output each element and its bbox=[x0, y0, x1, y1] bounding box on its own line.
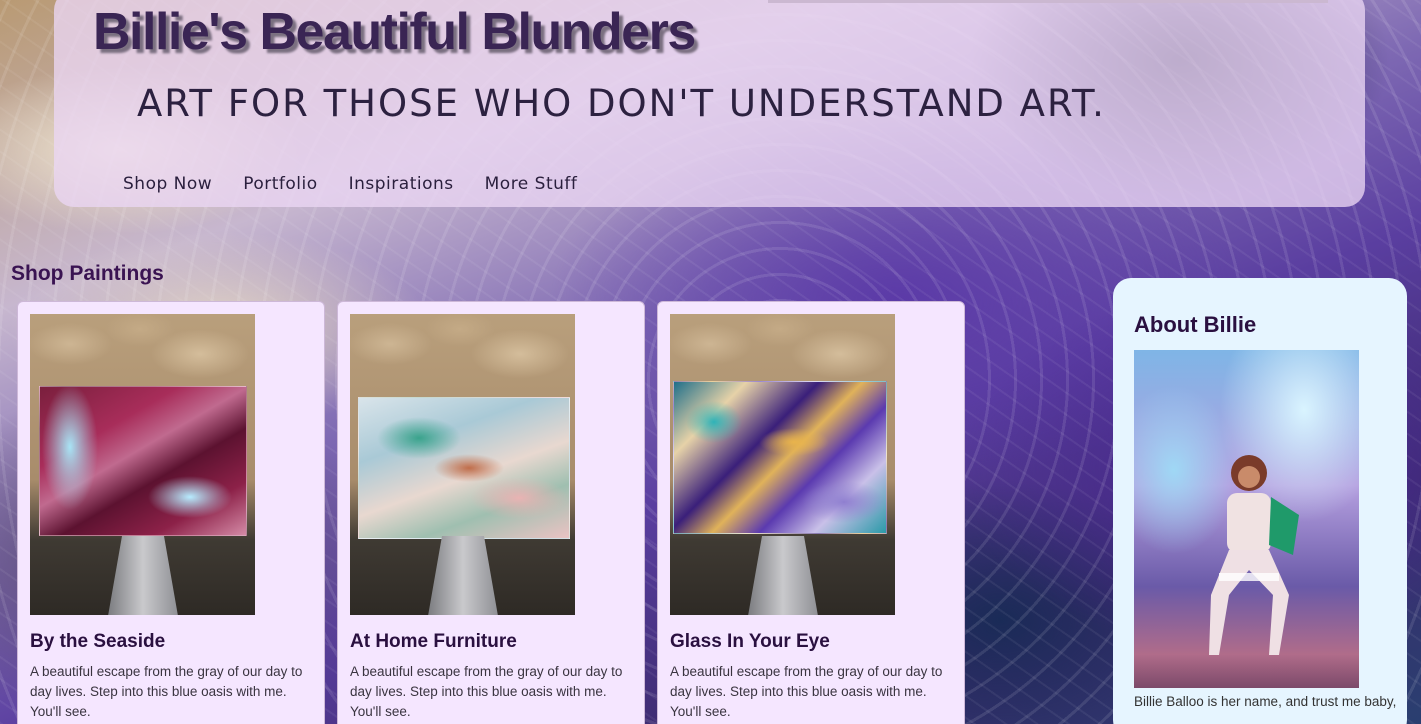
product-description: A beautiful escape from the gray of our … bbox=[670, 664, 943, 719]
product-title[interactable]: By the Seaside bbox=[30, 631, 165, 653]
product-title[interactable]: At Home Furniture bbox=[350, 631, 517, 653]
shop-section-title: Shop Paintings bbox=[11, 262, 164, 285]
painting-canvas bbox=[673, 381, 887, 534]
about-bio: Billie Balloo is her name, and trust me … bbox=[1134, 694, 1397, 709]
nav-portfolio[interactable]: Portfolio bbox=[243, 174, 317, 194]
nav-more-stuff[interactable]: More Stuff bbox=[485, 174, 578, 194]
product-card[interactable]: Glass In Your Eye A beautiful escape fro… bbox=[657, 301, 965, 724]
product-card[interactable]: At Home Furniture A beautiful escape fro… bbox=[337, 301, 645, 724]
painting-canvas bbox=[358, 397, 570, 539]
about-title: About Billie bbox=[1134, 312, 1257, 337]
artist-figure bbox=[1209, 455, 1299, 655]
artist-portrait bbox=[1134, 350, 1359, 688]
about-panel: About Billie Billie Balloo is her name, … bbox=[1113, 278, 1407, 724]
nav-shop-now[interactable]: Shop Now bbox=[123, 174, 212, 194]
product-description: A beautiful escape from the gray of our … bbox=[350, 664, 623, 719]
product-photo[interactable] bbox=[30, 314, 255, 615]
site-tagline: ART FOR THOSE WHO DON'T UNDERSTAND ART. bbox=[137, 82, 1106, 125]
painting-canvas bbox=[39, 386, 247, 536]
product-photo[interactable] bbox=[670, 314, 895, 615]
product-photo[interactable] bbox=[350, 314, 575, 615]
product-description: A beautiful escape from the gray of our … bbox=[30, 664, 303, 719]
product-title[interactable]: Glass In Your Eye bbox=[670, 631, 830, 653]
main-nav: Shop Now Portfolio Inspirations More Stu… bbox=[123, 174, 577, 194]
nav-inspirations[interactable]: Inspirations bbox=[349, 174, 454, 194]
product-card[interactable]: By the Seaside A beautiful escape from t… bbox=[17, 301, 325, 724]
site-title[interactable]: Billie's Beautiful Blunders bbox=[93, 2, 696, 62]
